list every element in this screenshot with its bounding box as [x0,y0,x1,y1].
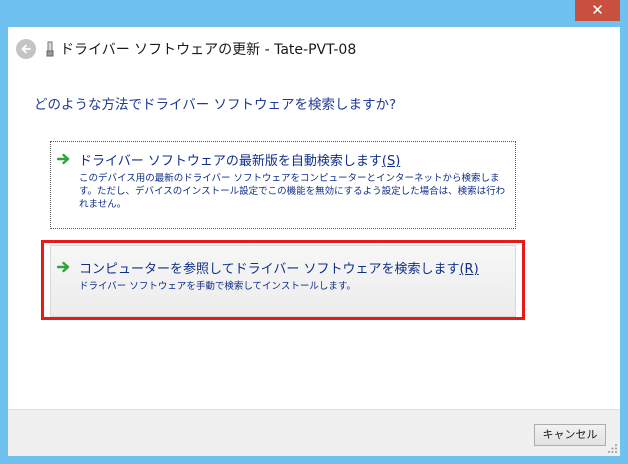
green-arrow-icon [57,153,70,165]
resize-grip-icon[interactable] [608,444,618,454]
browse-computer-option[interactable]: コンピューターを参照してドライバー ソフトウェアを検索します(R) ドライバー … [50,245,516,317]
browse-computer-accelerator: (R) [459,262,479,277]
auto-search-option[interactable]: ドライバー ソフトウェアの最新版を自動検索します(S) このデバイス用の最新のド… [50,141,516,229]
close-button[interactable]: ✕ [575,0,620,21]
browse-computer-title-text: コンピューターを参照してドライバー ソフトウェアを検索します [79,262,460,277]
driver-update-window: ✕ ドライバー ソフトウェアの更新 - Tate-PVT-08 どのような方法で… [0,0,628,464]
green-arrow-icon [57,261,70,273]
cancel-button[interactable]: キャンセル [534,424,606,446]
main-content: どのような方法でドライバー ソフトウェアを検索しますか? ドライバー ソフトウェ… [8,71,620,409]
back-button[interactable] [16,39,36,59]
header: ドライバー ソフトウェアの更新 - Tate-PVT-08 [8,27,620,71]
auto-search-description: このデバイス用の最新のドライバー ソフトウェアをコンピューターとインターネットか… [79,173,506,210]
footer: キャンセル [8,409,620,456]
window-title: ドライバー ソフトウェアの更新 - Tate-PVT-08 [60,42,357,58]
auto-search-title-text: ドライバー ソフトウェアの最新版を自動検索します [79,154,382,169]
page-question: どのような方法でドライバー ソフトウェアを検索しますか? [34,97,397,113]
auto-search-accelerator: (S) [381,154,401,169]
auto-search-title: ドライバー ソフトウェアの最新版を自動検索します(S) [79,150,400,169]
browse-computer-title: コンピューターを参照してドライバー ソフトウェアを検索します(R) [79,258,479,277]
browse-computer-description: ドライバー ソフトウェアを手動で検索してインストールします。 [79,281,356,292]
device-icon [46,41,54,57]
back-arrow-icon [21,44,31,54]
